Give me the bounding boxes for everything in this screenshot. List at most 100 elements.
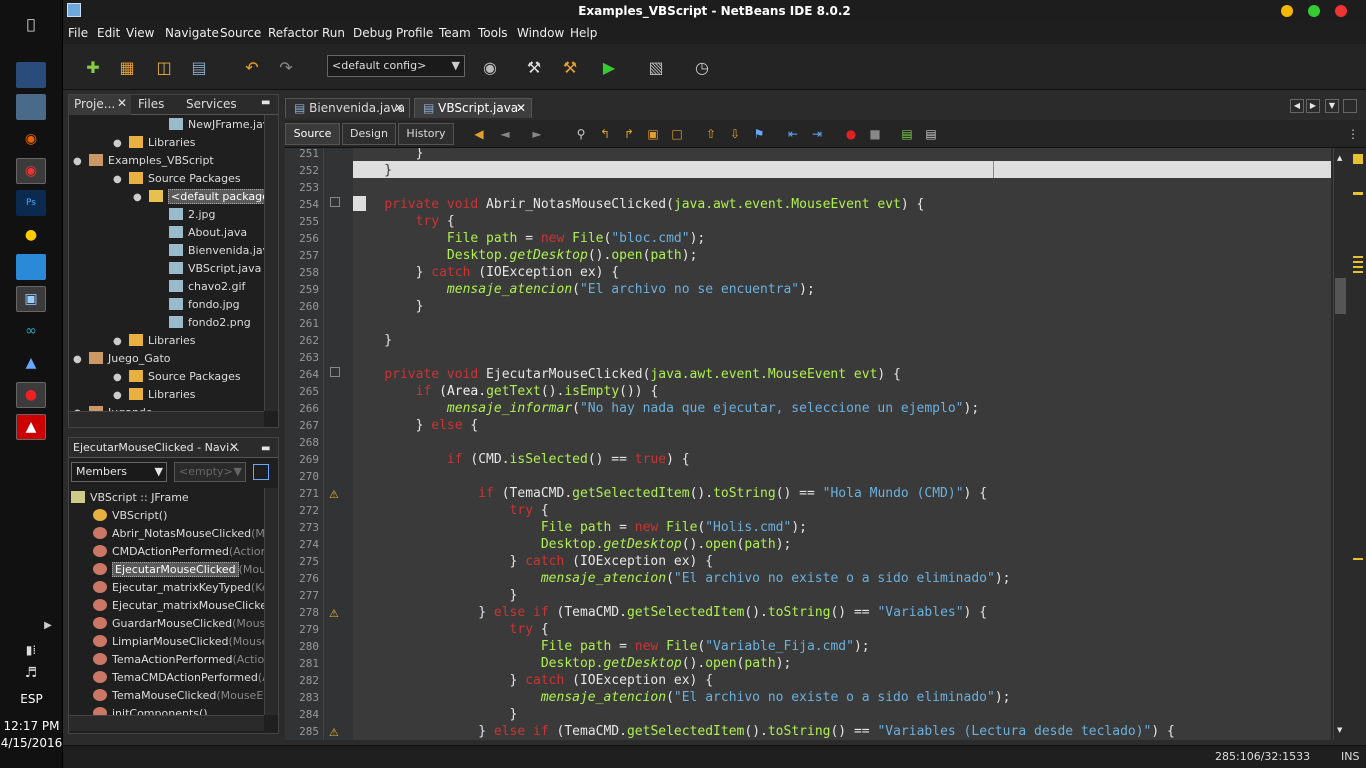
clean-build-icon[interactable]: ⚒ [557, 54, 583, 80]
apple-icon[interactable]:  [16, 12, 46, 38]
warning-icon[interactable]: ⚠ [329, 488, 339, 501]
tab-services[interactable]: Services [181, 95, 237, 115]
navigator-member[interactable]: TemaMouseClicked(MouseEve [93, 687, 264, 705]
tree-item[interactable]: Bienvenida.java [153, 242, 264, 260]
source-view-button[interactable]: Source [285, 123, 340, 145]
tree-item[interactable]: VBScript.java [153, 260, 261, 278]
new-file-icon[interactable]: ✚ [80, 54, 106, 80]
warning-mark[interactable] [1353, 558, 1363, 560]
minimize-button[interactable] [1281, 5, 1293, 17]
editor-menu-icon[interactable]: ⋮ [1345, 126, 1361, 142]
light-icon[interactable]: ● [16, 222, 46, 248]
volume-icon[interactable]: ♬ [16, 660, 46, 686]
members-filter[interactable]: Members ▼ [71, 462, 167, 482]
tree-item[interactable]: ● Juego_Gato [73, 350, 171, 368]
navigator-member[interactable]: TemaCMDActionPerformed(Act [93, 669, 264, 687]
firefox-icon[interactable]: ◉ [16, 126, 46, 152]
record-icon[interactable]: ● [16, 382, 46, 408]
forward-icon[interactable]: ► [529, 126, 545, 142]
menu-run[interactable]: Run [322, 26, 345, 40]
close-icon[interactable]: ✕ [117, 96, 127, 110]
warning-mark[interactable] [1353, 256, 1363, 276]
menu-tools[interactable]: Tools [478, 26, 508, 40]
close-icon[interactable]: ✕ [394, 99, 404, 118]
tree-item[interactable]: ● Libraries [113, 332, 196, 350]
shift-left-icon[interactable]: ⇤ [785, 126, 801, 142]
menu-profile[interactable]: Profile [396, 26, 433, 40]
shift-right-icon[interactable]: ⇥ [809, 126, 825, 142]
scroll-right-icon[interactable]: ▶ [1306, 99, 1320, 113]
tree-item[interactable]: fondo2.png [153, 314, 251, 332]
tree-item[interactable]: ● Libraries [113, 134, 196, 152]
navigator-member[interactable]: LimpiarMouseClicked(MouseEv [93, 633, 264, 651]
tab-list-icon[interactable]: ▼ [1325, 99, 1339, 113]
pdf-icon[interactable]: ▲ [16, 414, 46, 440]
open-project-icon[interactable]: ◫ [151, 54, 177, 80]
select-icon[interactable]: □ [669, 126, 685, 142]
tree-scrollbar[interactable] [264, 115, 278, 411]
navigator-member[interactable]: initComponents() [93, 705, 208, 715]
expand-icon[interactable]: ▶ [42, 612, 54, 638]
menu-file[interactable]: File [68, 26, 88, 40]
history-view-button[interactable]: History [398, 123, 454, 145]
tree-item[interactable]: fondo.jpg [153, 296, 240, 314]
caret-position[interactable]: 285:106/32:1533 [1215, 750, 1310, 763]
close-icon[interactable]: ✕ [229, 438, 239, 457]
minimize-panel-icon[interactable]: ▬ [261, 439, 270, 458]
start-macro-icon[interactable]: ● [843, 126, 859, 142]
toggle-bookmark-icon[interactable]: ⚑ [751, 126, 767, 142]
code-editor[interactable]: 251 252 253 254 255 256 257 258 259 260 261 262 263 2… [285, 147, 1366, 740]
uncomment-icon[interactable]: ▤ [923, 126, 939, 142]
fold-icon[interactable] [330, 367, 340, 377]
toggle-highlight-icon[interactable]: ▣ [645, 126, 661, 142]
find-icon[interactable]: ⚲ [573, 126, 589, 142]
last-edit-icon[interactable]: ◀ [471, 126, 487, 142]
navigator-member[interactable]: EjecutarMouseClicked(MouseEv [93, 561, 264, 579]
profile-icon[interactable]: ◷ [689, 54, 715, 80]
layout-icon[interactable] [253, 464, 269, 480]
arduino-icon[interactable]: ∞ [16, 318, 46, 344]
clock[interactable]: 12:17 PM 4/15/2016 [0, 718, 63, 752]
expand-toggle-icon[interactable]: ● [113, 387, 129, 405]
run-icon[interactable]: ▶ [596, 54, 622, 80]
scroll-left-icon[interactable]: ◀ [1290, 99, 1304, 113]
warning-mark[interactable] [1353, 192, 1363, 195]
build-icon[interactable]: ⚒ [521, 54, 547, 80]
menu-team[interactable]: Team [439, 26, 471, 40]
tree-item[interactable]: 2.jpg [153, 206, 216, 224]
language-indicator[interactable]: ESP [0, 692, 63, 706]
menu-window[interactable]: Window [517, 26, 564, 40]
back-icon[interactable]: ◄ [497, 126, 513, 142]
warning-icon[interactable]: ⚠ [329, 726, 339, 739]
menu-navigate[interactable]: Navigate [165, 26, 219, 40]
tree-hscrollbar[interactable] [69, 411, 264, 427]
close-button[interactable] [1335, 5, 1347, 17]
close-icon[interactable]: ✕ [516, 99, 526, 118]
navigator-member[interactable]: CMDActionPerformed(ActionEv [93, 543, 264, 561]
navigator-root[interactable]: VBScript :: JFrame [71, 489, 189, 507]
maximize-editor-icon[interactable] [1343, 99, 1357, 113]
maximize-button[interactable] [1308, 5, 1320, 17]
design-view-button[interactable]: Design [342, 123, 396, 145]
navigator-hscrollbar[interactable] [69, 715, 264, 731]
tree-item[interactable]: chavo2.gif [153, 278, 245, 296]
tab-vbscript[interactable]: ▤ VBScript.java ✕ [414, 98, 532, 118]
photoshop-icon[interactable]: Ps [16, 190, 46, 216]
expand-toggle-icon[interactable]: ● [113, 171, 129, 189]
debug-icon[interactable]: ▧ [643, 54, 669, 80]
navigator-member[interactable]: Ejecutar_matrixKeyTyped(KeyE [93, 579, 264, 597]
tree-item[interactable]: ● Libraries [113, 386, 196, 404]
expand-toggle-icon[interactable]: ● [113, 333, 129, 351]
tree-item[interactable]: ● <default package> [133, 188, 264, 206]
navigator-scrollbar[interactable] [264, 488, 278, 715]
tree-item[interactable]: ●Jugando [73, 404, 153, 411]
menu-source[interactable]: Source [220, 26, 261, 40]
netbeans-icon[interactable]: ▣ [16, 286, 46, 312]
warning-summary-icon[interactable] [1353, 154, 1363, 164]
comment-icon[interactable]: ▤ [899, 126, 915, 142]
menu-debug[interactable]: Debug [353, 26, 392, 40]
stop-macro-icon[interactable]: ■ [867, 126, 883, 142]
tree-item[interactable]: ● Examples_VBScript [73, 152, 214, 170]
navigator-member[interactable]: Ejecutar_matrixMouseClicked(M [93, 597, 264, 615]
redo-icon[interactable]: ↷ [273, 54, 299, 80]
